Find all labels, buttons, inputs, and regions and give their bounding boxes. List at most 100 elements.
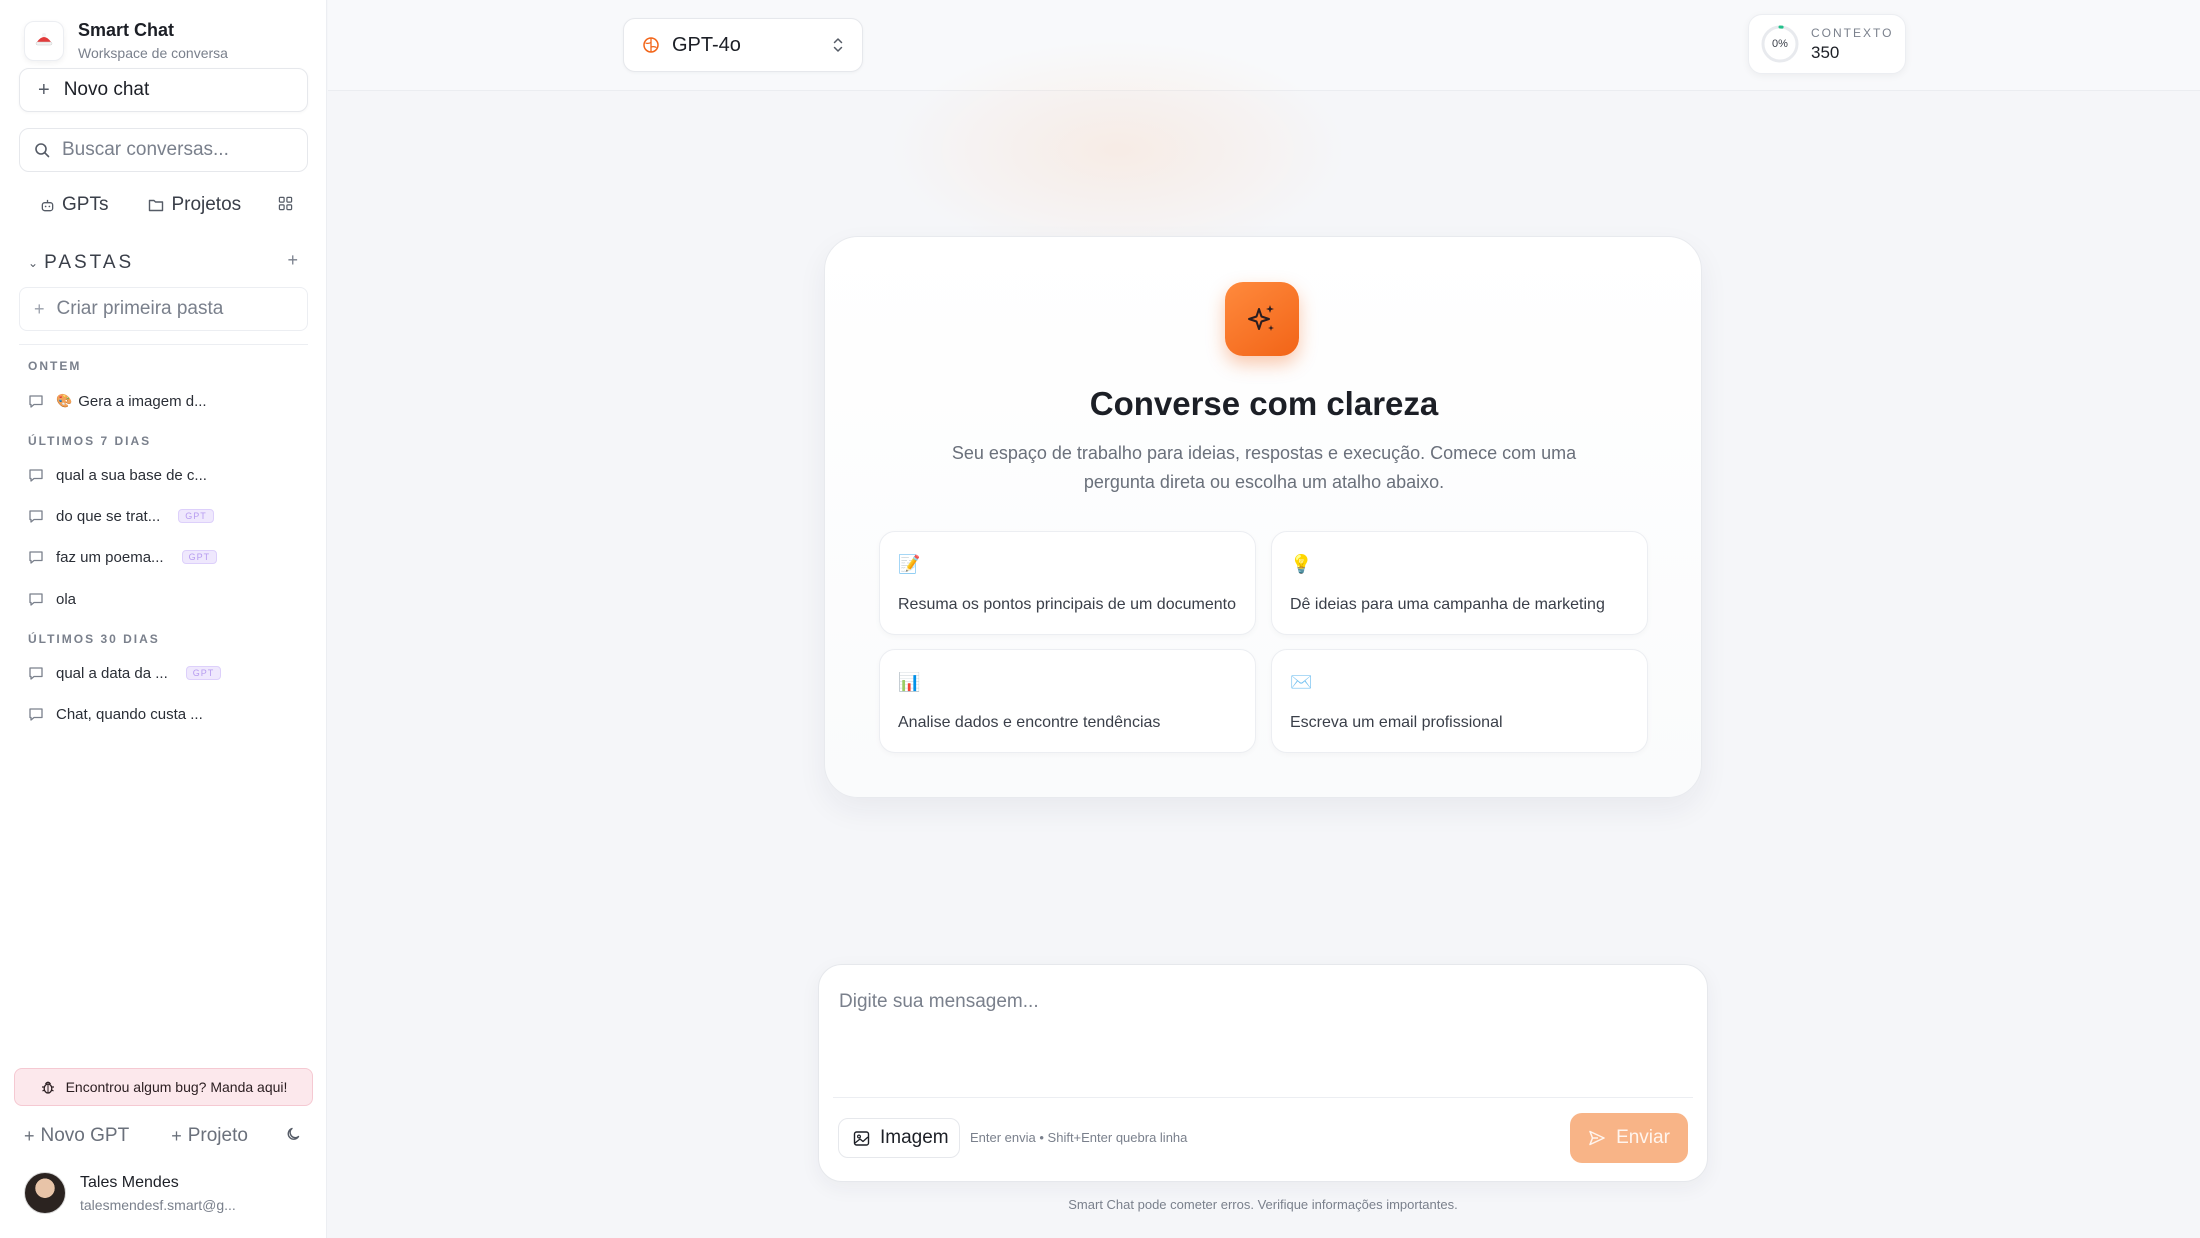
plus-icon: + [171, 1125, 182, 1146]
chat-item-title: qual a data da ... [56, 664, 168, 682]
bug-banner-label: Encontrou algum bug? Manda aqui! [65, 1079, 288, 1095]
suggestion-text: Escreva um email profissional [1290, 714, 1503, 731]
brand-subtitle: Workspace de conversa [78, 45, 228, 61]
chat-item-title: Chat, quando custa ... [56, 705, 203, 723]
suggestion-card[interactable]: 💡 Dê ideias para uma campanha de marketi… [1271, 531, 1648, 635]
model-selector[interactable]: GPT-4o [623, 18, 863, 72]
search-box [19, 128, 308, 172]
background-glow [888, 40, 1348, 260]
chat-item[interactable]: faz um poema... GPT [28, 546, 218, 568]
add-folder-button[interactable]: + [287, 250, 298, 271]
new-chat-label: Novo chat [63, 79, 150, 100]
main-area: GPT-4o 0% CONTEXTO 350 Converse com clar… [328, 0, 2200, 1238]
suggestion-text: Resuma os pontos principais de um docume… [898, 596, 1236, 613]
folders-header[interactable]: ⌄ PASTAS + [28, 250, 298, 274]
brand: Smart Chat Workspace de conversa [24, 20, 228, 61]
message-input[interactable] [839, 991, 1679, 1061]
create-folder-button[interactable]: + Criar primeira pasta [19, 287, 308, 331]
chat-bubble-icon [29, 550, 43, 564]
chat-item[interactable]: 🎨 Gera a imagem d... [28, 390, 207, 412]
folders-title: PASTAS [44, 252, 135, 273]
suggestion-text: Dê ideias para uma campanha de marketing [1290, 596, 1605, 613]
quick-links: GPTs Projetos [40, 192, 300, 218]
memo-icon: 📝 [898, 554, 921, 574]
plus-icon: + [34, 298, 45, 319]
envelope-icon: ✉️ [1290, 672, 1313, 692]
chat-bubble-icon [29, 666, 43, 680]
search-input[interactable] [62, 139, 292, 161]
new-project-button[interactable]: + Projeto [171, 1125, 248, 1147]
avatar [24, 1172, 66, 1214]
disclaimer: Smart Chat pode cometer erros. Verifique… [1068, 1197, 1458, 1212]
chat-item-title: Gera a imagem d... [78, 392, 207, 410]
bug-report-button[interactable]: Encontrou algum bug? Manda aqui! [14, 1068, 313, 1106]
gpt-badge: GPT [178, 509, 214, 523]
chat-item-title: faz um poema... [56, 548, 164, 566]
bar-chart-icon: 📊 [898, 672, 921, 692]
context-ring: 0% [1759, 23, 1801, 65]
new-chat-button[interactable]: + Novo chat [19, 68, 308, 112]
gpt-badge: GPT [185, 666, 222, 680]
sparkles-glyph [1248, 305, 1274, 331]
chat-item-emoji: 🎨 [56, 393, 73, 408]
suggestion-card[interactable]: 📝 Resuma os pontos principais de um docu… [879, 531, 1256, 635]
chat-item[interactable]: qual a sua base de c... [28, 464, 207, 486]
chat-bubble-icon [29, 468, 43, 482]
projetos-label: Projetos [171, 194, 242, 215]
welcome-title: Converse com clareza [1089, 385, 1439, 422]
bottom-actions: + Novo GPT + Projeto [24, 1124, 302, 1148]
chat-item[interactable]: ola [28, 588, 76, 610]
model-name: GPT-4o [672, 33, 741, 56]
context-label: CONTEXTO [1811, 25, 1894, 40]
create-folder-label: Criar primeira pasta [56, 298, 224, 319]
hat-icon [35, 32, 53, 45]
plus-icon: + [24, 1125, 35, 1146]
message-composer: Imagem Enter envia • Shift+Enter quebra … [818, 964, 1708, 1182]
grid-icon [278, 196, 293, 211]
theme-toggle[interactable] [286, 1126, 302, 1147]
section-label: ONTEM [28, 359, 82, 373]
suggestion-text: Analise dados e encontre tendências [898, 714, 1161, 731]
section-label: ÚLTIMOS 30 DIAS [28, 632, 160, 646]
chat-bubble-icon [29, 394, 43, 408]
chat-item-title: do que se trat... [56, 507, 161, 525]
user-name: Tales Mendes [80, 1173, 179, 1191]
chevron-down-icon: ⌄ [28, 256, 39, 270]
brain-icon [643, 37, 659, 53]
send-icon [1589, 1130, 1605, 1146]
suggestion-card[interactable]: ✉️ Escreva um email profissional [1271, 649, 1648, 753]
suggestion-card[interactable]: 📊 Analise dados e encontre tendências [879, 649, 1256, 753]
context-indicator[interactable]: 0% CONTEXTO 350 [1748, 14, 1906, 74]
apps-grid-button[interactable] [278, 196, 300, 211]
chat-item[interactable]: do que se trat... GPT [28, 505, 214, 527]
brand-name: Smart Chat [78, 20, 175, 40]
gpt-badge: GPT [181, 550, 218, 564]
projetos-link[interactable]: Projetos [148, 194, 241, 216]
new-gpt-button[interactable]: + Novo GPT [24, 1125, 129, 1147]
chat-bubble-icon [29, 707, 43, 721]
plus-icon: + [38, 78, 50, 101]
attach-image-button[interactable]: Imagem [838, 1118, 960, 1158]
chat-bubble-icon [29, 592, 43, 606]
bot-icon [41, 199, 54, 211]
divider [19, 344, 308, 345]
image-icon [853, 1130, 870, 1146]
welcome-subtitle: Seu espaço de trabalho para ideias, resp… [951, 443, 1577, 492]
send-button[interactable]: Enviar [1570, 1113, 1688, 1163]
chat-item[interactable]: qual a data da ... GPT [28, 662, 222, 684]
lightbulb-icon: 💡 [1290, 554, 1313, 574]
brand-logo [24, 20, 64, 61]
gpts-label: GPTs [62, 194, 109, 215]
attach-image-label: Imagem [880, 1127, 949, 1148]
chat-item[interactable]: Chat, quando custa ... [28, 703, 203, 725]
user-profile[interactable]: Tales Mendes talesmendesf.smart@g... [24, 1172, 236, 1214]
gpts-link[interactable]: GPTs [40, 194, 108, 216]
sparkles-icon [1225, 282, 1299, 356]
chat-bubble-icon [29, 509, 43, 523]
chevron-updown-icon [833, 38, 843, 52]
folder-icon [149, 199, 164, 212]
send-label: Enviar [1616, 1127, 1670, 1148]
keyboard-hint: Enter envia • Shift+Enter quebra linha [970, 1130, 1188, 1145]
bug-icon [41, 1081, 54, 1094]
moon-icon [287, 1127, 300, 1140]
